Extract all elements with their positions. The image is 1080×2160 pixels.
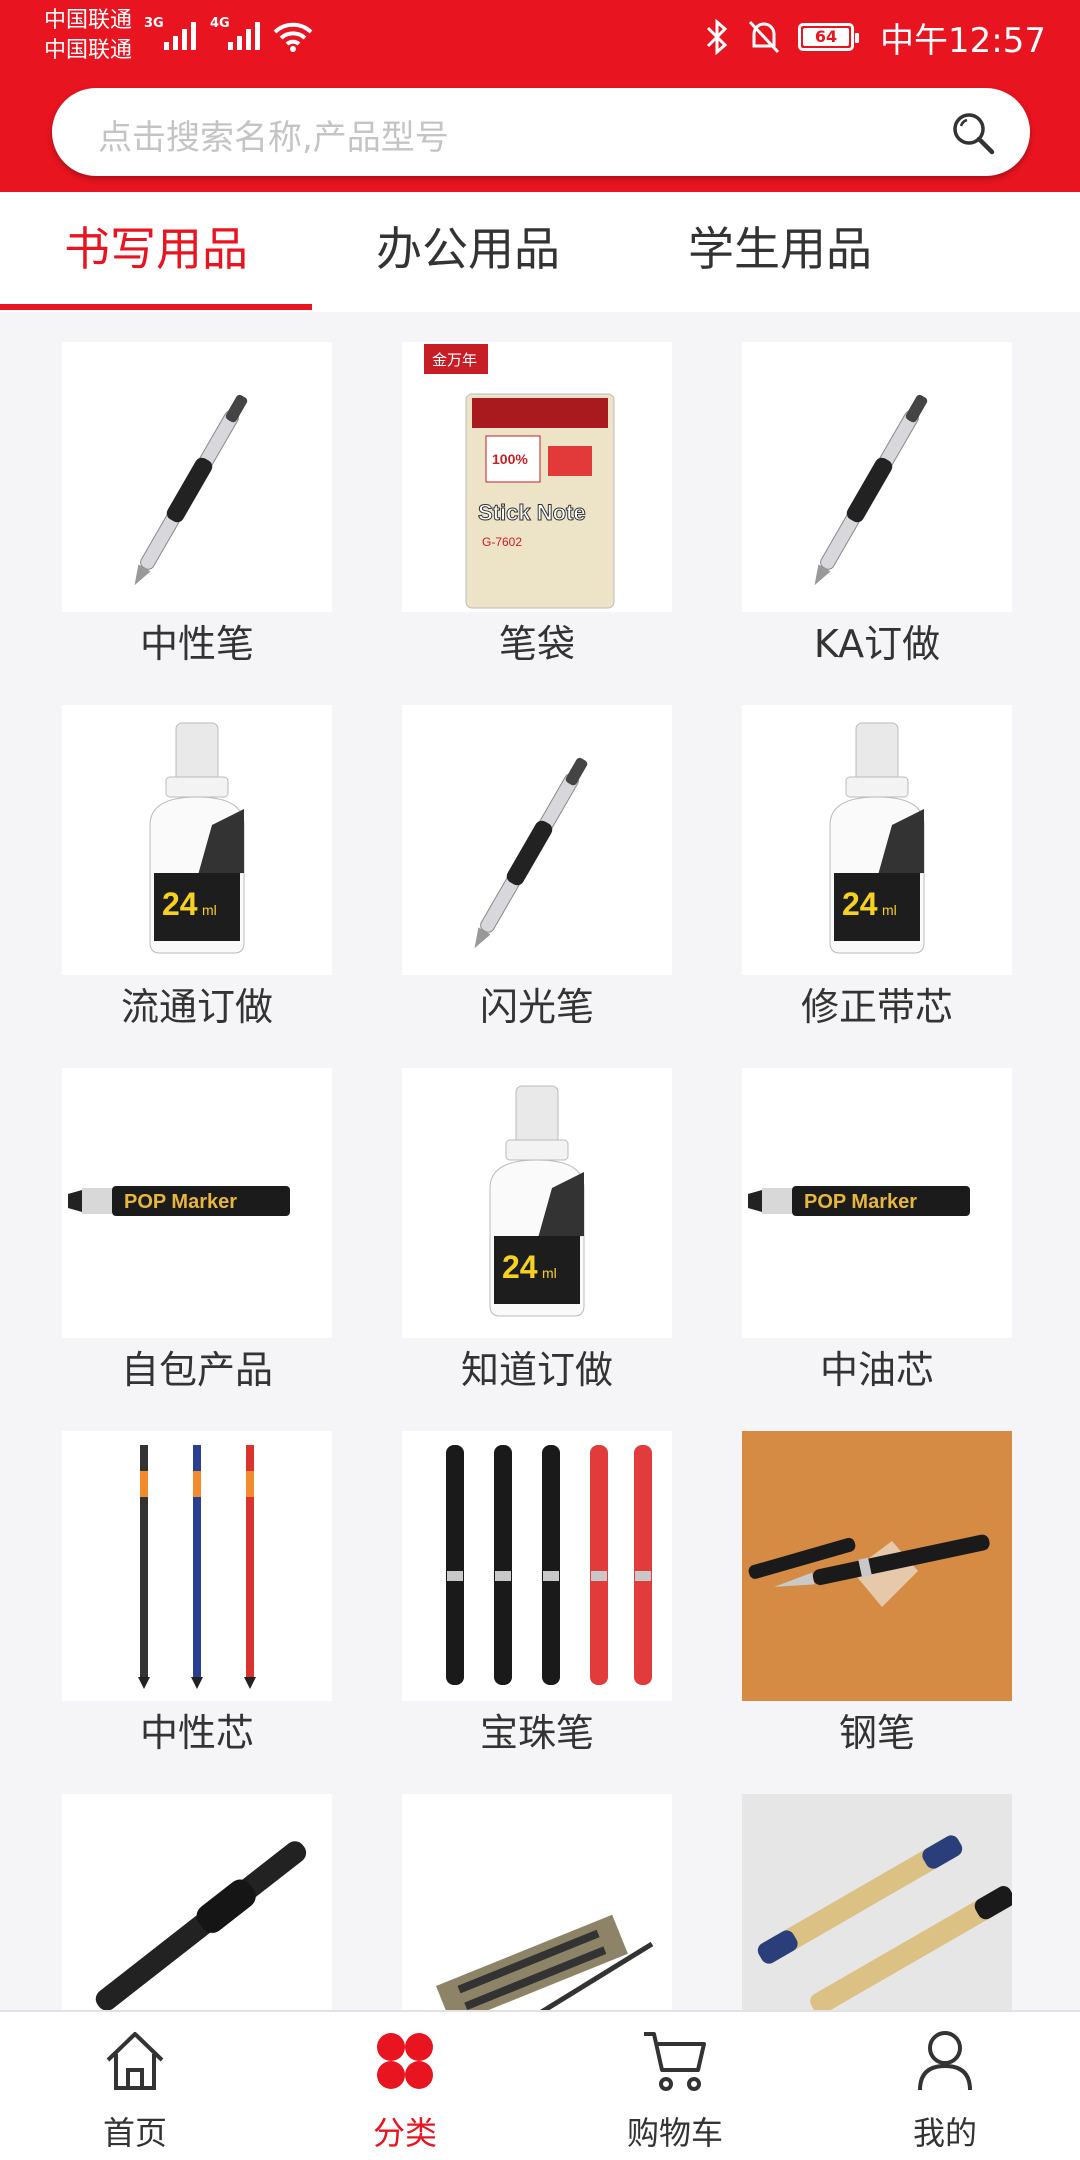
category-item[interactable]: 中性笔 — [62, 342, 332, 672]
category-grid: 中性笔 金万年 100% Stick Note G-7602 笔袋 KA订做 2… — [0, 312, 1080, 2010]
category-tabs: 书写用品 办公用品 学生用品 — [0, 192, 1080, 312]
profile-icon — [918, 2031, 972, 2091]
category-item[interactable]: 24 ml 修正带芯 — [742, 705, 1012, 1035]
category-image-rollerball-pens — [402, 1431, 672, 1701]
category-image-marker: POP Marker — [62, 1068, 332, 1338]
clock: 中午12:57 — [880, 20, 1046, 61]
category-item[interactable]: KA订做 — [742, 342, 1012, 672]
nav-cart-label: 购物车 — [626, 2114, 723, 2152]
category-image-refills — [62, 1431, 332, 1701]
category-label: 知道订做 — [460, 1348, 613, 1392]
battery-icon: 64 — [798, 23, 860, 51]
signal-icon-2 — [228, 22, 260, 50]
search-bar[interactable]: 点击搜索名称,产品型号 — [52, 88, 1030, 176]
category-icon — [377, 2033, 433, 2089]
home-icon — [106, 2032, 164, 2090]
category-label: 修正带芯 — [800, 985, 953, 1029]
tab-writing[interactable]: 书写用品 — [0, 192, 312, 312]
svg-text:24: 24 — [162, 886, 198, 922]
category-item[interactable]: 24 ml 流通订做 — [62, 705, 332, 1035]
category-image-twin-markers — [742, 1794, 1012, 2010]
svg-text:ml: ml — [542, 1265, 557, 1281]
carrier-2: 中国联通 — [44, 38, 133, 63]
search-input[interactable]: 点击搜索名称,产品型号 — [98, 110, 449, 159]
tab-office[interactable]: 办公用品 — [312, 192, 624, 312]
category-label: 自包产品 — [120, 1348, 273, 1392]
mute-icon — [748, 20, 780, 54]
category-label: 中油芯 — [819, 1348, 934, 1392]
category-label: 闪光笔 — [479, 985, 594, 1029]
category-image-fountain-pen — [742, 1431, 1012, 1701]
category-label: 钢笔 — [838, 1711, 915, 1755]
nav-category[interactable]: 分类 — [270, 2026, 540, 2156]
category-label: 宝珠笔 — [479, 1711, 594, 1755]
bluetooth-icon — [706, 18, 728, 56]
nav-home[interactable]: 首页 — [0, 2026, 270, 2156]
svg-text:24: 24 — [842, 886, 878, 922]
wifi-icon — [273, 22, 313, 52]
category-item[interactable]: POP Marker 自包产品 — [62, 1068, 332, 1398]
category-item[interactable]: 闪光笔 — [402, 705, 672, 1035]
svg-text:POP Marker: POP Marker — [804, 1191, 917, 1213]
bottom-navigation: 首页 分类 购物车 我的 — [0, 2010, 1080, 2160]
category-image-correction-fluid: 24 ml — [62, 705, 332, 975]
category-image-correction-fluid: 24 ml — [402, 1068, 672, 1338]
active-tab-indicator — [0, 304, 312, 310]
status-bar: 中国联通 中国联通 3G 4G 64 中午12:57 — [0, 0, 1080, 80]
category-image-gel-pen — [742, 342, 1012, 612]
svg-text:Stick Note: Stick Note — [478, 500, 586, 525]
category-label: 中性芯 — [139, 1711, 254, 1755]
cart-icon — [644, 2032, 706, 2091]
svg-text:G-7602: G-7602 — [482, 535, 522, 549]
category-image-black-gel-pen — [62, 1794, 332, 2010]
app-header: 中国联通 中国联通 3G 4G 64 中午12:57 点击搜索名称,产品型号 — [0, 0, 1080, 192]
category-label: 笔袋 — [498, 622, 575, 666]
nav-home-label: 首页 — [102, 2114, 167, 2152]
category-item[interactable]: POP Marker 中油芯 — [742, 1068, 1012, 1398]
category-image-pen-set — [402, 1794, 672, 2010]
category-item[interactable]: 钢笔 — [742, 1431, 1012, 1761]
category-label: 中性笔 — [139, 622, 254, 666]
category-image-sticky-note-pack: 金万年 100% Stick Note G-7602 — [402, 342, 672, 612]
nav-profile-label: 我的 — [912, 2114, 977, 2152]
signal-icon — [164, 22, 196, 50]
category-item[interactable] — [62, 1794, 332, 2010]
category-image-correction-fluid: 24 ml — [742, 705, 1012, 975]
network-type-1: 3G — [144, 16, 164, 31]
category-image-gel-pen — [62, 342, 332, 612]
category-item[interactable]: 24 ml 知道订做 — [402, 1068, 672, 1398]
category-label: 流通订做 — [120, 985, 273, 1029]
nav-cart[interactable]: 购物车 — [540, 2026, 810, 2156]
search-icon[interactable] — [950, 110, 996, 156]
category-image-gel-pen — [402, 705, 672, 975]
tab-student[interactable]: 学生用品 — [624, 192, 936, 312]
category-item[interactable] — [742, 1794, 1012, 2010]
category-item[interactable]: 宝珠笔 — [402, 1431, 672, 1761]
category-image-marker: POP Marker — [742, 1068, 1012, 1338]
svg-text:100%: 100% — [492, 451, 528, 467]
svg-text:金万年: 金万年 — [432, 352, 477, 369]
category-item[interactable]: 金万年 100% Stick Note G-7602 笔袋 — [402, 342, 672, 672]
category-item[interactable] — [402, 1794, 672, 2010]
svg-text:ml: ml — [202, 902, 217, 918]
carrier-1: 中国联通 — [44, 8, 133, 33]
category-label: KA订做 — [813, 622, 941, 666]
svg-text:POP Marker: POP Marker — [124, 1191, 237, 1213]
nav-profile[interactable]: 我的 — [810, 2026, 1080, 2156]
nav-category-label: 分类 — [372, 2114, 437, 2152]
svg-text:24: 24 — [502, 1249, 538, 1285]
category-item[interactable]: 中性芯 — [62, 1431, 332, 1761]
svg-text:ml: ml — [882, 902, 897, 918]
